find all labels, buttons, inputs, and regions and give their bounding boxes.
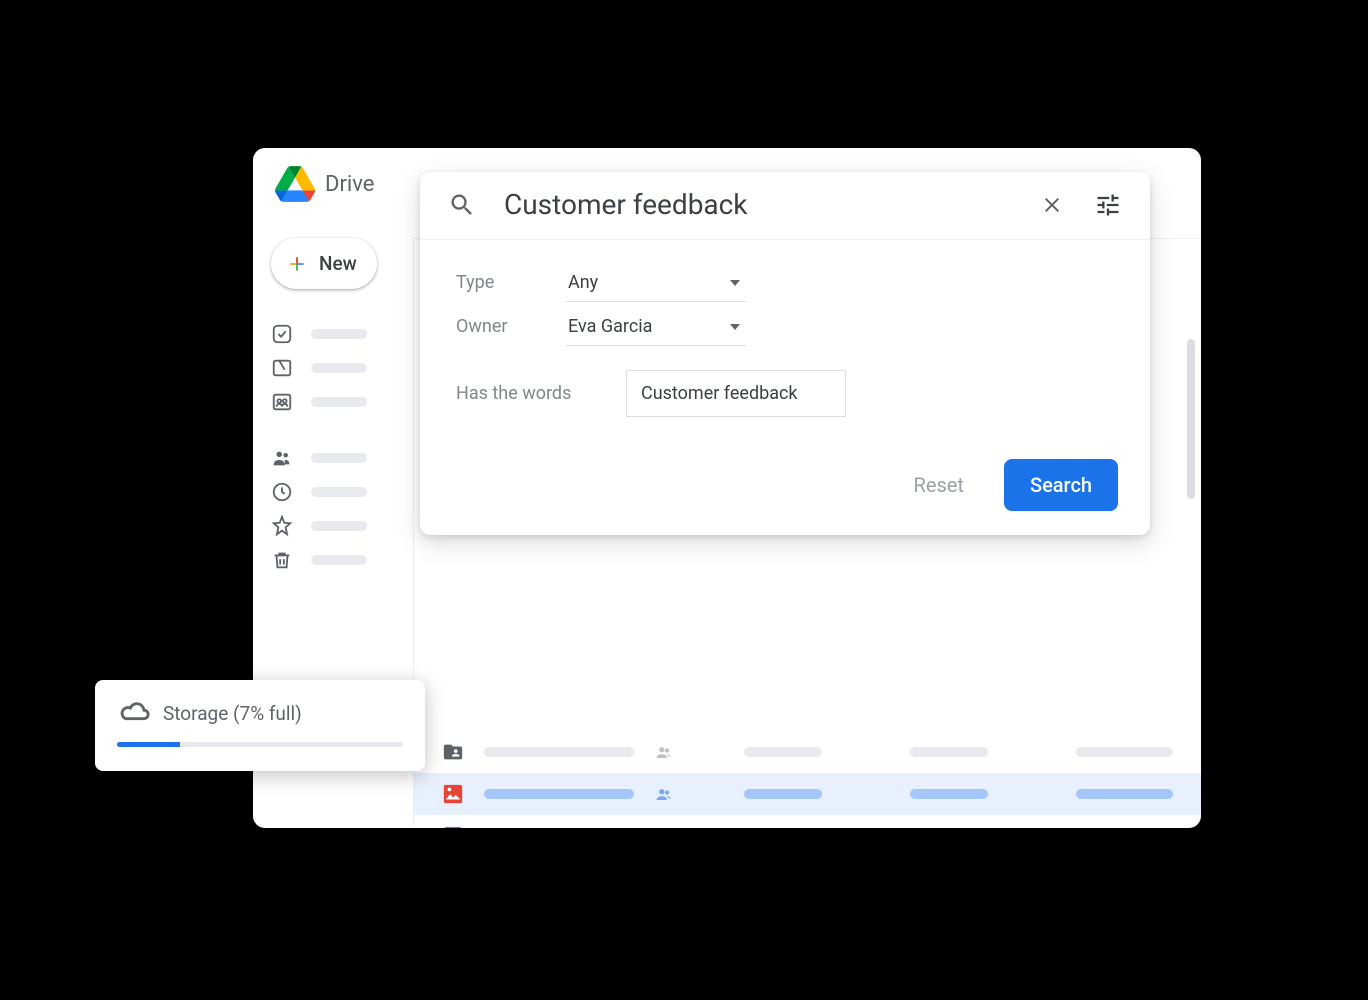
filter-owner-row: Owner Eva Garcia (456, 306, 1114, 346)
sidebar: New (253, 238, 413, 577)
filter-words-label: Has the words (456, 383, 626, 404)
storage-label: Storage (7% full) (163, 702, 302, 725)
sidebar-item-label (311, 397, 367, 407)
check-square-icon (271, 323, 293, 345)
reset-button[interactable]: Reset (914, 473, 964, 497)
drive-icon (271, 357, 293, 379)
clock-icon (271, 481, 293, 503)
tune-icon[interactable] (1094, 191, 1122, 219)
storage-progress-bar (117, 742, 403, 747)
image-icon (442, 783, 464, 805)
file-modified-placeholder (910, 789, 987, 799)
search-header: Customer feedback (420, 172, 1150, 240)
file-size-placeholder (1076, 747, 1173, 757)
doc-icon (442, 825, 464, 828)
people-icon (271, 447, 293, 469)
search-button[interactable]: Search (1004, 459, 1118, 511)
scrollbar[interactable] (1187, 339, 1195, 499)
sidebar-item-label (311, 453, 367, 463)
filter-owner-select[interactable]: Eva Garcia (566, 306, 746, 346)
search-panel: Customer feedback Type Any Owner Eva Gar… (420, 172, 1150, 535)
filter-words-row: Has the words (456, 370, 1114, 417)
file-row[interactable] (414, 815, 1201, 828)
search-icon[interactable] (448, 191, 476, 219)
drive-logo-icon (275, 166, 315, 202)
sidebar-item-label (311, 555, 367, 565)
sidebar-item-starred[interactable] (271, 509, 395, 543)
storage-progress-fill (117, 742, 180, 747)
sidebar-item-label (311, 487, 367, 497)
star-icon (271, 515, 293, 537)
filter-type-value: Any (568, 272, 598, 293)
folder-shared-icon (442, 741, 464, 763)
search-actions: Reset Search (420, 441, 1150, 535)
caret-down-icon (730, 324, 740, 330)
close-icon[interactable] (1038, 191, 1066, 219)
filter-words-input[interactable] (626, 370, 846, 417)
file-name-placeholder (484, 747, 634, 757)
file-name-placeholder (484, 789, 634, 799)
sidebar-item-label (311, 521, 367, 531)
filter-type-row: Type Any (456, 262, 1114, 302)
sidebar-item-label (311, 363, 367, 373)
plus-icon (287, 254, 307, 274)
filter-owner-label: Owner (456, 316, 566, 337)
file-owner-placeholder (744, 789, 821, 799)
app-title: Drive (325, 172, 374, 197)
new-button[interactable]: New (271, 238, 377, 289)
file-modified-placeholder (910, 747, 987, 757)
cloud-icon (117, 700, 149, 726)
file-row-selected[interactable] (414, 773, 1201, 815)
filter-owner-value: Eva Garcia (568, 316, 652, 337)
shared-drives-icon (271, 391, 293, 413)
file-owner-placeholder (744, 747, 821, 757)
sidebar-item-shared-drives[interactable] (271, 385, 395, 419)
caret-down-icon (730, 280, 740, 286)
storage-card[interactable]: Storage (7% full) (95, 680, 425, 771)
sidebar-item-recent[interactable] (271, 475, 395, 509)
sidebar-item-mydrive[interactable] (271, 351, 395, 385)
filter-type-select[interactable]: Any (566, 262, 746, 302)
filter-type-label: Type (456, 272, 566, 293)
new-button-label: New (319, 252, 357, 275)
people-icon (654, 745, 673, 759)
file-size-placeholder (1076, 789, 1173, 799)
search-filters: Type Any Owner Eva Garcia Has the words (420, 240, 1150, 441)
people-icon (654, 787, 673, 801)
file-row[interactable] (414, 731, 1201, 773)
sidebar-item-shared[interactable] (271, 441, 395, 475)
search-query[interactable]: Customer feedback (504, 188, 1010, 221)
sidebar-item-priority[interactable] (271, 317, 395, 351)
sidebar-item-label (311, 329, 367, 339)
trash-icon (271, 549, 293, 571)
sidebar-item-trash[interactable] (271, 543, 395, 577)
storage-row: Storage (7% full) (117, 700, 403, 726)
